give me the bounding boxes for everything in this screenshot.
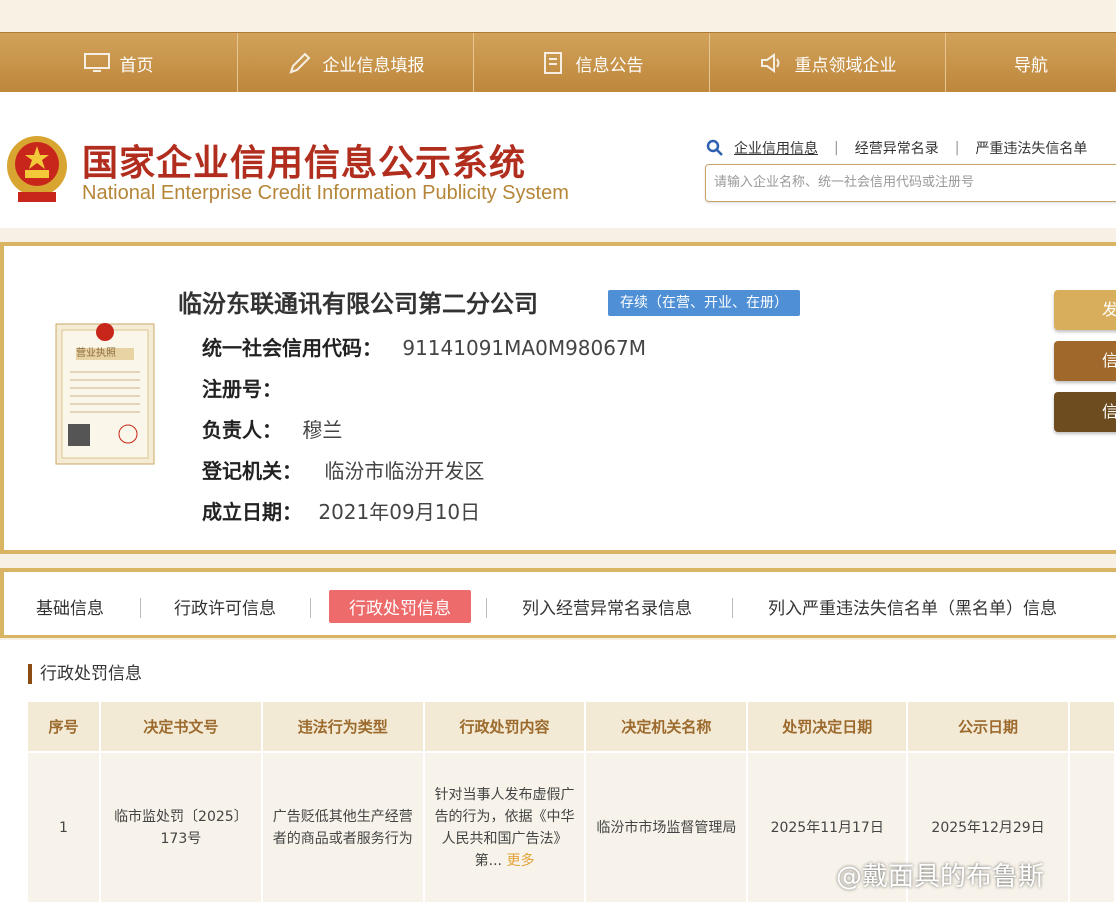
watermark-text: @戴面具的布鲁斯 bbox=[836, 862, 1045, 892]
field-label: 登记机关： bbox=[202, 459, 302, 483]
info-credit-code: 统一社会信用代码： 91141091MA0M98067M bbox=[202, 332, 646, 361]
field-value: 穆兰 bbox=[302, 418, 343, 442]
field-label: 成立日期： bbox=[202, 500, 302, 524]
field-value: 91141091MA0M98067M bbox=[402, 336, 646, 360]
national-emblem-icon bbox=[7, 136, 67, 202]
field-value: 2021年09月10日 bbox=[318, 500, 481, 524]
table-header-row: 序号 决定书文号 违法行为类型 行政处罚内容 决定机关名称 处罚决定日期 公示日… bbox=[28, 702, 1116, 752]
col-header: 公示日期 bbox=[907, 702, 1070, 752]
tab-separator bbox=[732, 598, 733, 618]
cell-index: 1 bbox=[28, 751, 101, 902]
section-title: 行政处罚信息 bbox=[28, 664, 142, 684]
nav-label: 导航 bbox=[1014, 55, 1048, 76]
side-button-2[interactable]: 信 bbox=[1054, 341, 1116, 381]
info-reg-no: 注册号： bbox=[202, 373, 282, 402]
info-tabs: 基础信息 行政许可信息 行政处罚信息 列入经营异常名录信息 列入严重违法失信名单… bbox=[0, 568, 1116, 638]
info-registration-authority: 登记机关： 临汾市临汾开发区 bbox=[202, 455, 484, 484]
tab-basic-info[interactable]: 基础信息 bbox=[36, 594, 104, 619]
company-panel: 营业执照 临汾东联通讯有限公司第二分公司 存续（在营、开业、在册） 统一社会信用… bbox=[0, 242, 1116, 554]
separator: | bbox=[834, 140, 839, 156]
company-name: 临汾东联通讯有限公司第二分公司 bbox=[178, 290, 538, 318]
col-header: 决定书文号 bbox=[99, 702, 263, 752]
separator: | bbox=[954, 140, 960, 156]
nav-item-announcements[interactable]: 信息公告 bbox=[474, 33, 710, 93]
top-strip bbox=[0, 0, 1116, 32]
monitor-icon bbox=[83, 53, 110, 72]
site-header: 国家企业信用信息公示系统 National Enterprise Credit … bbox=[0, 92, 1116, 228]
search-category-links: 企业信用信息 | 经营异常名录 | 严重违法失信名单 bbox=[706, 138, 1087, 158]
nav-label: 首页 bbox=[119, 55, 154, 76]
link-blacklist[interactable]: 严重违法失信名单 bbox=[975, 138, 1087, 158]
field-label: 注册号： bbox=[202, 377, 282, 401]
cell-doc-no: 临市监处罚〔2025〕173号 bbox=[99, 751, 263, 902]
document-icon bbox=[543, 52, 562, 74]
col-header: 行政处罚内容 bbox=[423, 702, 587, 752]
field-value: 临汾市临汾开发区 bbox=[324, 459, 485, 483]
tab-blacklist[interactable]: 列入严重违法失信名单（黑名单）信息 bbox=[768, 594, 1057, 619]
license-label: 营业执照 bbox=[76, 348, 116, 359]
nav-item-navigation[interactable]: 导航 bbox=[946, 33, 1116, 93]
col-header: 违法行为类型 bbox=[261, 702, 425, 752]
tab-separator bbox=[486, 598, 487, 618]
nav-label: 企业信息填报 bbox=[322, 55, 425, 76]
col-header-extra bbox=[1068, 702, 1116, 752]
site-subtitle: National Enterprise Credit Information P… bbox=[82, 182, 569, 204]
nav-label: 信息公告 bbox=[575, 55, 644, 76]
col-header: 决定机关名称 bbox=[585, 702, 749, 752]
pen-icon bbox=[288, 52, 310, 74]
nav-item-key-enterprises[interactable]: 重点领域企业 bbox=[710, 33, 946, 93]
cell-authority: 临汾市市场监督管理局 bbox=[585, 751, 749, 902]
info-person-in-charge: 负责人： 穆兰 bbox=[202, 414, 342, 443]
tab-admin-license[interactable]: 行政许可信息 bbox=[174, 594, 276, 619]
field-label: 负责人： bbox=[202, 418, 282, 442]
nav-label: 重点领域企业 bbox=[794, 55, 897, 76]
side-button-3[interactable]: 信 bbox=[1054, 392, 1116, 432]
status-badge: 存续（在营、开业、在册） bbox=[608, 290, 800, 316]
business-license-image[interactable] bbox=[54, 316, 156, 466]
site-title: 国家企业信用信息公示系统 bbox=[82, 143, 527, 184]
main-nav: 首页 企业信息填报 信息公告 重点领域企业 导航 bbox=[0, 32, 1116, 93]
col-header: 处罚决定日期 bbox=[747, 702, 909, 752]
nav-item-enterprise-fill[interactable]: 企业信息填报 bbox=[238, 33, 474, 93]
nav-item-home[interactable]: 首页 bbox=[0, 33, 238, 93]
link-abnormal-list[interactable]: 经营异常名录 bbox=[855, 138, 939, 158]
tab-abnormal-list[interactable]: 列入经营异常名录信息 bbox=[522, 594, 692, 619]
search-icon bbox=[706, 139, 723, 156]
tab-separator bbox=[140, 598, 141, 618]
link-enterprise-credit[interactable]: 企业信用信息 bbox=[734, 138, 818, 158]
more-link[interactable]: 更多 bbox=[506, 853, 534, 869]
cell-extra bbox=[1068, 751, 1116, 902]
cell-content: 针对当事人发布虚假广告的行为，依据《中华人民共和国广告法》第... 更多 bbox=[423, 751, 587, 902]
cell-violation: 广告贬低其他生产经营者的商品或者服务行为 bbox=[261, 751, 425, 902]
tab-separator bbox=[310, 598, 311, 618]
search-input[interactable]: 请输入企业名称、统一社会信用代码或注册号 bbox=[705, 164, 1116, 202]
field-label: 统一社会信用代码： bbox=[202, 336, 382, 360]
speaker-icon bbox=[760, 53, 779, 73]
side-button-1[interactable]: 发 bbox=[1054, 290, 1116, 330]
col-header: 序号 bbox=[28, 702, 101, 752]
content-text: 针对当事人发布虚假广告的行为，依据《中华人民共和国广告法》第... bbox=[434, 786, 575, 869]
info-established-date: 成立日期： 2021年09月10日 bbox=[202, 496, 480, 525]
tab-admin-penalty[interactable]: 行政处罚信息 bbox=[329, 590, 471, 623]
